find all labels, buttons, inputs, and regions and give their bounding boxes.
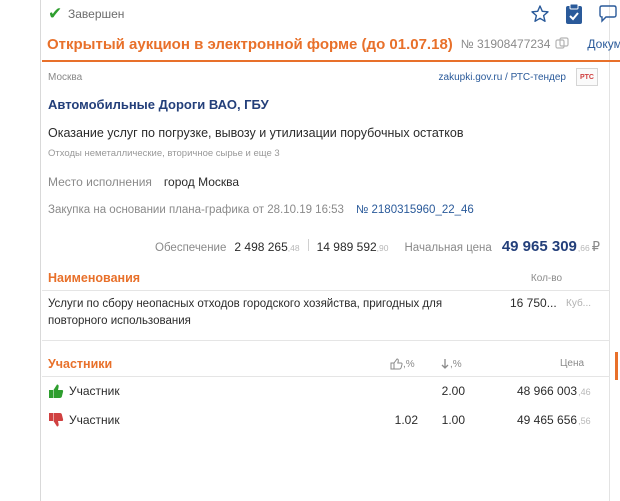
left-rail xyxy=(0,0,41,501)
quantity-heading: Кол-во xyxy=(530,273,562,284)
security-amount: 2 498 265 xyxy=(234,240,288,254)
divider xyxy=(42,340,610,341)
participant-price-main: 49 465 656 xyxy=(517,413,578,427)
participant-row[interactable]: Участник 1.02 1.00 49 465 656,56 xyxy=(42,407,610,435)
contract-security-kopecks: ,90 xyxy=(376,243,389,253)
customer-name[interactable]: Автомобильные Дороги ВАО, ГБУ xyxy=(48,97,269,112)
participant-name: Участник xyxy=(69,384,120,398)
thumb-down-icon xyxy=(49,413,64,427)
rts-logo: РТС xyxy=(576,68,598,86)
divider xyxy=(307,239,309,251)
start-price: 49 965 309 xyxy=(501,238,577,255)
arrow-down-icon xyxy=(441,359,449,369)
currency-sign: ₽ xyxy=(591,239,600,254)
col-head-price[interactable]: Цена xyxy=(560,358,584,369)
start-price-label: Начальная цена xyxy=(404,242,492,254)
contract-security-amount: 14 989 592 xyxy=(316,240,377,254)
participant-like: 1.02 xyxy=(394,413,418,427)
place-value: город Москва xyxy=(163,175,240,189)
col-head-drop[interactable]: ,% xyxy=(440,358,462,370)
status-label: Завершен xyxy=(68,7,125,21)
copy-icon[interactable] xyxy=(555,36,570,52)
item-quantity: 16 750... xyxy=(510,296,557,310)
region-label: Москва xyxy=(48,72,83,83)
place-of-execution: Место исполнения город Москва xyxy=(48,175,239,189)
item-unit: Куб... xyxy=(566,298,591,309)
check-icon: ✔ xyxy=(48,4,63,23)
participant-price: 49 465 656,56 xyxy=(517,413,591,427)
title-row: Открытый аукцион в электронной форме (до… xyxy=(42,28,620,62)
divider xyxy=(42,290,610,291)
participant-price: 48 966 003,46 xyxy=(517,384,591,398)
purchase-subject: Оказание услуг по погрузке, вывозу и ути… xyxy=(48,126,464,140)
active-indicator xyxy=(615,352,618,380)
platform-link[interactable]: zakupki.gov.ru / РТС-тендер xyxy=(439,72,566,83)
items-heading: Наименования xyxy=(48,271,141,285)
col-head-like[interactable]: ,% xyxy=(390,358,415,370)
item-name: Услуги по сбору неопасных отходов городс… xyxy=(48,298,443,327)
participants-heading: Участники xyxy=(48,357,113,371)
plan-label: Закупка на основании плана-графика от 28… xyxy=(48,204,344,216)
comment-icon[interactable] xyxy=(596,3,620,25)
tender-number: № 31908477234 xyxy=(460,37,551,51)
participant-row[interactable]: Участник 2.00 48 966 003,46 xyxy=(42,378,610,406)
divider xyxy=(42,376,610,377)
security-kopecks: ,48 xyxy=(287,243,300,253)
participant-name: Участник xyxy=(69,413,120,427)
finance-row: Обеспечение 2 498 265 ,48 14 989 592 ,90… xyxy=(42,238,600,262)
thumb-up-icon xyxy=(390,358,403,370)
status-row: ✔ Завершен xyxy=(48,4,124,24)
start-price-kopecks: ,66 xyxy=(577,243,590,253)
right-rail xyxy=(611,0,620,501)
okpd-categories[interactable]: Отходы неметаллические, вторичное сырье … xyxy=(48,148,280,159)
star-icon[interactable] xyxy=(528,3,552,25)
participant-drop: 1.00 xyxy=(441,413,465,427)
plan-number-link[interactable]: № 2180315960_22_46 xyxy=(356,204,474,216)
place-label: Место исполнения xyxy=(48,175,152,189)
security-label: Обеспечение xyxy=(155,242,227,254)
participant-price-kopecks: ,56 xyxy=(578,416,591,426)
tender-title[interactable]: Открытый аукцион в электронной форме (до… xyxy=(42,36,453,53)
participant-price-kopecks: ,46 xyxy=(578,387,591,397)
documents-link[interactable]: Докум xyxy=(587,37,620,51)
plan-basis: Закупка на основании плана-графика от 28… xyxy=(48,204,474,216)
participant-drop: 2.00 xyxy=(441,384,465,398)
participant-price-main: 48 966 003 xyxy=(517,384,578,398)
clipboard-check-icon[interactable] xyxy=(562,3,586,25)
col-head-like-label: ,% xyxy=(403,358,415,370)
thumb-up-icon xyxy=(49,384,64,398)
col-head-drop-label: ,% xyxy=(450,358,462,370)
card-actions xyxy=(518,2,620,26)
